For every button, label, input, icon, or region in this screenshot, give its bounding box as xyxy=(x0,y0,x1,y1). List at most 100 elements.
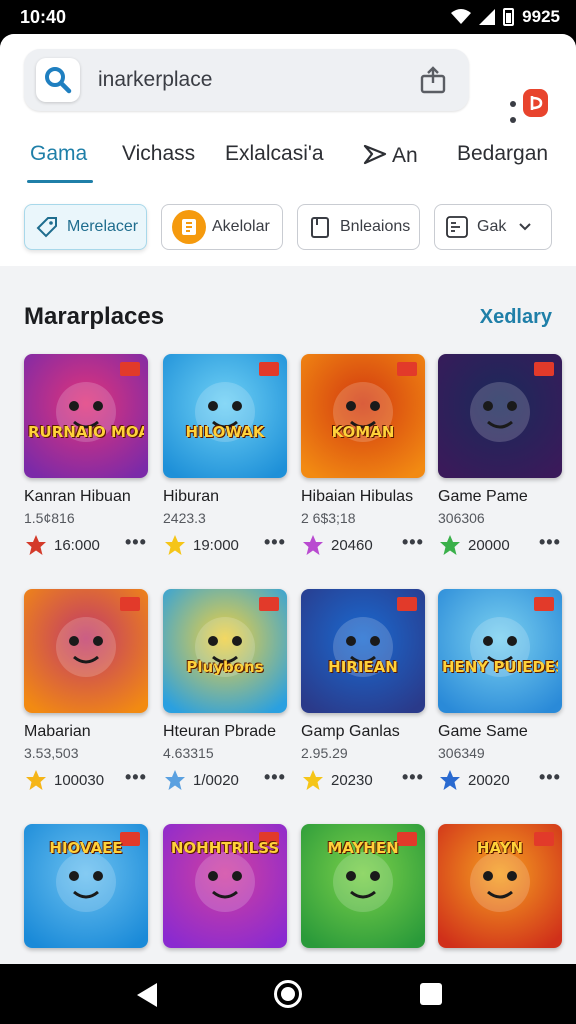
app-screen: inarkerplace Gama Vichass Exlalcasi'a An… xyxy=(0,34,576,964)
rating-value: 1/0020 xyxy=(193,771,239,789)
game-rating: 19:000 xyxy=(163,532,239,558)
game-art-title: HILOWAK xyxy=(185,424,265,440)
copy-icon xyxy=(308,215,332,239)
tab-bedargan[interactable]: Bedargan xyxy=(457,142,548,166)
more-options-icon[interactable]: ••• xyxy=(539,532,561,553)
game-name[interactable]: Game Pame xyxy=(438,488,528,506)
see-all-link[interactable]: Xedlary xyxy=(480,306,552,329)
game-count: 2 6$3;18 xyxy=(301,510,356,526)
navigation-bar xyxy=(0,964,576,1024)
badge-icon xyxy=(165,535,185,555)
chip-label: Merelacer xyxy=(67,218,139,235)
header-panel: inarkerplace Gama Vichass Exlalcasi'a An… xyxy=(0,34,576,266)
status-time: 10:40 xyxy=(20,7,67,27)
share-icon[interactable] xyxy=(419,66,447,94)
chip-bnleaions[interactable]: Bnleaions xyxy=(297,204,420,250)
more-options-icon[interactable]: ••• xyxy=(539,767,561,788)
more-options-icon[interactable]: ••• xyxy=(264,532,286,553)
badge-icon xyxy=(26,770,46,790)
game-name[interactable]: Mabarian xyxy=(24,723,91,741)
search-bar[interactable]: inarkerplace xyxy=(24,49,469,111)
game-rating: 20460 xyxy=(301,532,373,558)
section-title: Mararplaces xyxy=(24,303,165,330)
game-tile[interactable]: MAYHEN xyxy=(301,824,425,948)
game-name[interactable]: Gamp Ganlas xyxy=(301,723,400,741)
badge-icon xyxy=(26,535,46,555)
game-tile[interactable] xyxy=(438,354,562,478)
tab-an-label: An xyxy=(392,144,418,167)
game-count: 1.5¢816 xyxy=(24,510,75,526)
tab-exlalcasia[interactable]: Exlalcasi'a xyxy=(225,142,324,166)
active-tab-indicator xyxy=(27,180,93,183)
tab-vichass[interactable]: Vichass xyxy=(122,142,195,166)
search-icon[interactable] xyxy=(36,58,80,102)
game-name[interactable]: Hteuran Pbrade xyxy=(163,723,276,741)
game-count: 2.95.29 xyxy=(301,745,348,761)
search-input[interactable]: inarkerplace xyxy=(98,68,212,92)
game-art-title: RURNAIO MOAMENG xyxy=(28,424,144,440)
home-icon[interactable] xyxy=(274,980,302,1008)
badge-icon xyxy=(303,535,323,555)
rating-value: 20020 xyxy=(468,771,510,789)
game-art-title: NOHHTRILSS xyxy=(170,840,280,856)
tab-an[interactable]: An xyxy=(362,142,418,168)
game-rating: 20230 xyxy=(301,767,373,793)
back-icon[interactable] xyxy=(135,982,159,1008)
game-tile[interactable]: KOMAN xyxy=(301,354,425,478)
game-tile[interactable]: HILOWAK xyxy=(163,354,287,478)
filter-icon xyxy=(445,215,469,239)
game-count: 4.63315 xyxy=(163,745,214,761)
game-tile[interactable]: HAYN xyxy=(438,824,562,948)
more-options-icon[interactable]: ••• xyxy=(125,532,147,553)
rating-value: 19:000 xyxy=(193,536,239,554)
game-count: 306306 xyxy=(438,510,485,526)
game-art-title: KOMAN xyxy=(331,424,395,440)
game-tile[interactable]: RURNAIO MOAMENG xyxy=(24,354,148,478)
game-name[interactable]: Kanran Hibuan xyxy=(24,488,131,506)
game-rating: 20000 xyxy=(438,532,510,558)
game-art-title: Pluybons xyxy=(186,659,264,675)
tab-gama[interactable]: Gama xyxy=(30,142,87,166)
category-tabs: Gama Vichass Exlalcasi'a An Bedargan xyxy=(0,134,576,186)
tag-icon xyxy=(35,215,59,239)
game-tile[interactable]: NOHHTRILSS xyxy=(163,824,287,948)
app-icon xyxy=(172,210,206,244)
game-tile[interactable]: HIRIEAN xyxy=(301,589,425,713)
rating-value: 20000 xyxy=(468,536,510,554)
rating-value: 100030 xyxy=(54,771,105,789)
game-name[interactable]: Hibaian Hibulas xyxy=(301,488,413,506)
chip-gak[interactable]: Gak xyxy=(434,204,552,250)
game-count: 3.53,503 xyxy=(24,745,79,761)
more-options-icon[interactable]: ••• xyxy=(264,767,286,788)
more-options-icon[interactable]: ••• xyxy=(402,532,424,553)
recents-icon[interactable] xyxy=(420,983,442,1005)
game-rating: 1/0020 xyxy=(163,767,239,793)
game-art-title: HENY PUIEDES xyxy=(442,659,558,675)
chevron-down-icon xyxy=(519,223,532,231)
more-options-icon[interactable]: ••• xyxy=(125,767,147,788)
game-rating: 16:000 xyxy=(24,532,100,558)
rating-value: 16:000 xyxy=(54,536,100,554)
game-name[interactable]: Hiburan xyxy=(163,488,219,506)
more-options-icon[interactable]: ••• xyxy=(402,767,424,788)
status-icons: 9925 xyxy=(451,7,560,27)
game-tile[interactable]: HENY PUIEDES xyxy=(438,589,562,713)
game-rating: 20020 xyxy=(438,767,510,793)
badge-icon xyxy=(303,770,323,790)
more-options-icon[interactable] xyxy=(509,100,517,126)
game-tile[interactable] xyxy=(24,589,148,713)
arrow-icon xyxy=(363,144,387,165)
chip-merelacer[interactable]: Merelacer xyxy=(24,204,147,250)
chip-akelolar[interactable]: Akelolar xyxy=(161,204,283,250)
game-art-title: HIOVAEE xyxy=(49,840,123,856)
game-tile[interactable]: Pluybons xyxy=(163,589,287,713)
game-tile[interactable]: HIOVAEE xyxy=(24,824,148,948)
game-name[interactable]: Game Same xyxy=(438,723,528,741)
battery-level: 9925 xyxy=(522,7,560,26)
game-art-title: HIRIEAN xyxy=(328,659,398,675)
wifi-icon xyxy=(451,9,472,24)
app-badge-icon[interactable] xyxy=(523,89,548,117)
badge-icon xyxy=(440,770,460,790)
signal-icon xyxy=(479,9,496,25)
badge-icon xyxy=(440,535,460,555)
